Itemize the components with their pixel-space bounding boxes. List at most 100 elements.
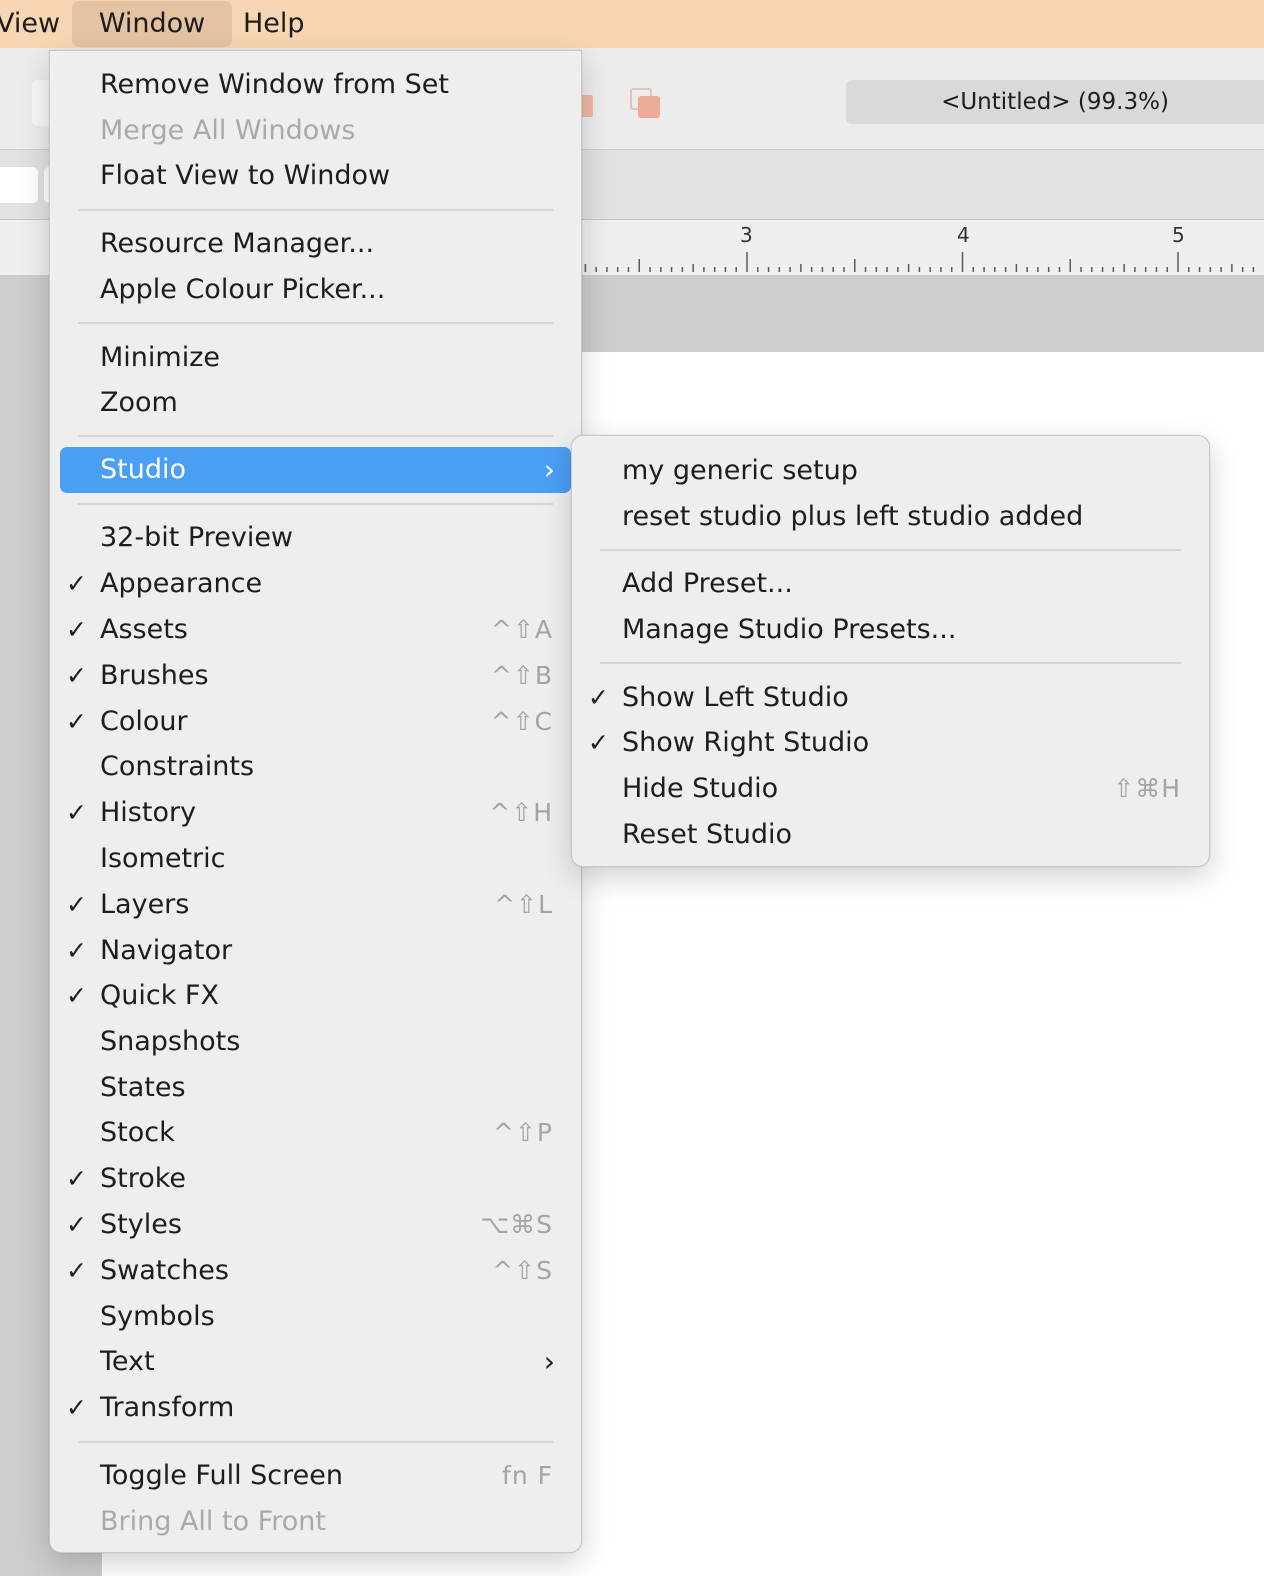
keyboard-shortcut: ^⇧H — [489, 798, 553, 827]
context-field[interactable] — [0, 167, 38, 203]
menu-item-merge-all-windows: Merge All Windows — [60, 108, 571, 154]
menu-item-bring-all-to-front: Bring All to Front — [60, 1499, 571, 1545]
menu-item-float-view-to-window[interactable]: Float View to Window — [60, 153, 571, 199]
menu-item-label: History — [100, 797, 197, 828]
checkmark-icon: ✓ — [66, 569, 87, 598]
menu-item-hide-studio[interactable]: Hide Studio ⇧⌘H — [582, 766, 1199, 812]
menu-item-label: Navigator — [100, 935, 233, 966]
menu-window[interactable]: Window — [72, 1, 232, 47]
menu-item-label: Swatches — [100, 1255, 229, 1286]
menu-separator — [600, 662, 1181, 664]
checkmark-icon: ✓ — [66, 707, 87, 736]
menu-item-brushes[interactable]: ✓ Brushes ^⇧B — [60, 653, 571, 699]
arrange-icon[interactable] — [630, 88, 662, 120]
menu-item-assets[interactable]: ✓ Assets ^⇧A — [60, 607, 571, 653]
checkmark-icon: ✓ — [588, 728, 609, 757]
menu-item-label: Add Preset... — [622, 568, 793, 599]
keyboard-shortcut: ⌥⌘S — [480, 1210, 553, 1239]
menu-item-resource-manager[interactable]: Resource Manager... — [60, 221, 571, 267]
menu-item-layers[interactable]: ✓ Layers ^⇧L — [60, 882, 571, 928]
menu-item-manage-studio-presets[interactable]: Manage Studio Presets... — [582, 607, 1199, 653]
document-title[interactable]: <Untitled> (99.3%) — [846, 80, 1264, 124]
menu-item-toggle-full-screen[interactable]: Toggle Full Screen fn F — [60, 1453, 571, 1499]
menu-item-label: 32-bit Preview — [100, 522, 294, 553]
menu-separator — [78, 435, 553, 437]
menu-item-label: Transform — [100, 1392, 235, 1423]
menu-item-reset-studio[interactable]: Reset Studio — [582, 812, 1199, 858]
menu-item-stock[interactable]: Stock ^⇧P — [60, 1110, 571, 1156]
menu-separator — [78, 322, 553, 324]
menu-item-constraints[interactable]: Constraints — [60, 744, 571, 790]
menu-item-swatches[interactable]: ✓ Swatches ^⇧S — [60, 1248, 571, 1294]
menu-item-label: Brushes — [100, 660, 209, 691]
menu-item-minimize[interactable]: Minimize — [60, 335, 571, 381]
checkmark-icon: ✓ — [66, 936, 87, 965]
keyboard-shortcut: ^⇧P — [493, 1118, 553, 1147]
menu-item-styles[interactable]: ✓ Styles ⌥⌘S — [60, 1202, 571, 1248]
menu-item-label: Colour — [100, 706, 188, 737]
studio-submenu: my generic setup reset studio plus left s… — [571, 435, 1210, 867]
menu-item-label: Constraints — [100, 751, 255, 782]
menu-item-snapshots[interactable]: Snapshots — [60, 1019, 571, 1065]
menu-view[interactable]: View — [0, 0, 60, 48]
menu-item-label: Show Right Studio — [622, 727, 870, 758]
menu-item-history[interactable]: ✓ History ^⇧H — [60, 790, 571, 836]
menu-item-isometric[interactable]: Isometric — [60, 836, 571, 882]
menu-item-appearance[interactable]: ✓ Appearance — [60, 561, 571, 607]
menu-item-reset-studio-plus-left-studio-added[interactable]: reset studio plus left studio added — [582, 494, 1199, 540]
ruler-label-5: 5 — [1172, 223, 1185, 247]
menu-item-show-left-studio[interactable]: ✓ Show Left Studio — [582, 675, 1199, 721]
menu-item-label: Stock — [100, 1117, 175, 1148]
menu-item-label: Apple Colour Picker... — [100, 274, 386, 305]
menu-item-label: Show Left Studio — [622, 682, 849, 713]
checkmark-icon: ✓ — [66, 1256, 87, 1285]
menu-item-label: Layers — [100, 889, 190, 920]
menu-item-states[interactable]: States — [60, 1065, 571, 1111]
keyboard-shortcut: ^⇧L — [494, 890, 553, 919]
menu-item-label: Stroke — [100, 1163, 187, 1194]
menu-item-apple-colour-picker[interactable]: Apple Colour Picker... — [60, 267, 571, 313]
menu-item-label: Toggle Full Screen — [100, 1460, 343, 1491]
menu-item-remove-window-from-set[interactable]: Remove Window from Set — [60, 62, 571, 108]
menu-item-symbols[interactable]: Symbols — [60, 1294, 571, 1340]
menu-item-label: Studio — [100, 454, 186, 485]
menu-item-label: Remove Window from Set — [100, 69, 449, 100]
checkmark-icon: ✓ — [66, 615, 87, 644]
menu-item-label: Styles — [100, 1209, 182, 1240]
ruler-label-3: 3 — [740, 223, 753, 247]
menu-separator — [78, 1441, 553, 1443]
menu-item-label: my generic setup — [622, 455, 858, 486]
menu-item-show-right-studio[interactable]: ✓ Show Right Studio — [582, 720, 1199, 766]
menu-item-colour[interactable]: ✓ Colour ^⇧C — [60, 699, 571, 745]
menu-item-32-bit-preview[interactable]: 32-bit Preview — [60, 515, 571, 561]
menu-help[interactable]: Help — [243, 0, 305, 48]
menu-item-label: Text — [100, 1346, 155, 1377]
menu-item-navigator[interactable]: ✓ Navigator — [60, 928, 571, 974]
menu-item-label: Minimize — [100, 342, 220, 373]
menu-item-label: reset studio plus left studio added — [622, 501, 1084, 532]
menu-item-label: Bring All to Front — [100, 1506, 326, 1537]
menu-item-zoom[interactable]: Zoom — [60, 380, 571, 426]
checkmark-icon: ✓ — [588, 683, 609, 712]
menu-item-studio[interactable]: Studio › — [60, 447, 571, 493]
menu-item-label: Zoom — [100, 387, 178, 418]
menu-item-stroke[interactable]: ✓ Stroke — [60, 1156, 571, 1202]
keyboard-shortcut: ^⇧A — [491, 615, 553, 644]
menu-item-my-generic-setup[interactable]: my generic setup — [582, 448, 1199, 494]
menu-item-label: Quick FX — [100, 980, 219, 1011]
menu-item-label: Assets — [100, 614, 188, 645]
menu-item-add-preset[interactable]: Add Preset... — [582, 561, 1199, 607]
menu-item-label: Float View to Window — [100, 160, 391, 191]
checkmark-icon: ✓ — [66, 1210, 87, 1239]
menu-item-label: States — [100, 1072, 186, 1103]
menu-item-text[interactable]: Text › — [60, 1339, 571, 1385]
keyboard-shortcut: ^⇧S — [492, 1256, 553, 1285]
menu-item-transform[interactable]: ✓ Transform — [60, 1385, 571, 1431]
keyboard-shortcut: ^⇧C — [490, 707, 553, 736]
menu-item-quick-fx[interactable]: ✓ Quick FX — [60, 973, 571, 1019]
menu-item-label: Hide Studio — [622, 773, 779, 804]
menu-separator — [78, 503, 553, 505]
chevron-right-icon: › — [543, 453, 555, 486]
menu-bar: View Window Help — [0, 0, 1264, 48]
keyboard-shortcut: ^⇧B — [490, 661, 553, 690]
